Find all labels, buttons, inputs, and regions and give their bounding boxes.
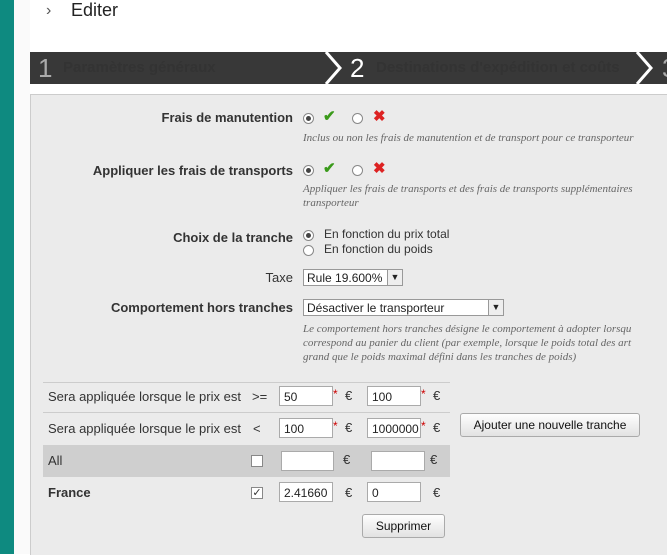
- check-icon: ✔: [323, 108, 336, 125]
- handling-label: Frais de manutention: [161, 110, 293, 125]
- range-weight-radio[interactable]: [303, 245, 314, 256]
- shipping-label: Appliquer les frais de transports: [92, 163, 293, 178]
- required-marker: *: [421, 419, 426, 433]
- currency-symbol: €: [433, 485, 441, 500]
- range-choice-label: Choix de la tranche: [173, 230, 293, 245]
- step-2-label: Destinations d'expédition et coûts: [376, 59, 620, 76]
- dropdown-arrow-icon: ▼: [488, 300, 503, 315]
- all-zones-checkbox[interactable]: [251, 455, 263, 467]
- range-price-label: En fonction du prix total: [324, 227, 450, 241]
- delete-button[interactable]: Supprimer: [362, 514, 445, 538]
- handling-no-radio[interactable]: [352, 113, 363, 124]
- dropdown-arrow-icon: ▼: [387, 270, 402, 285]
- handling-hint: Inclus ou non les frais de manutention e…: [303, 132, 634, 144]
- out-of-range-hint-line2: correspond au panier du client (par exem…: [303, 337, 632, 349]
- range-price-radio[interactable]: [303, 230, 314, 241]
- currency-symbol: €: [343, 452, 351, 467]
- step-1-number: 1: [38, 53, 53, 83]
- out-of-range-label: Comportement hors tranches: [110, 300, 293, 315]
- range-row1-min-input[interactable]: 50: [279, 386, 333, 406]
- cross-icon: ✖: [373, 160, 386, 177]
- all-zones-label: All: [48, 453, 63, 468]
- currency-symbol: €: [433, 420, 441, 435]
- range-row2-min-input[interactable]: 100: [279, 418, 333, 438]
- step-separator-icon: [324, 52, 342, 84]
- range-weight-label: En fonction du poids: [324, 242, 433, 256]
- tax-select-value: Rule 19.600%: [307, 271, 383, 285]
- shipping-no-radio[interactable]: [352, 165, 363, 176]
- required-marker: *: [333, 419, 338, 433]
- step-3[interactable]: 3: [656, 52, 667, 84]
- left-gutter: [14, 0, 30, 554]
- range-row1-operator: >=: [252, 389, 268, 404]
- edit-header: › Editer: [30, 0, 667, 30]
- zone-france-max-input[interactable]: 0: [367, 482, 421, 502]
- step-3-number: 3: [662, 52, 667, 84]
- currency-symbol: €: [345, 388, 353, 403]
- all-zones-max-input[interactable]: [371, 451, 425, 471]
- tax-select[interactable]: Rule 19.600% ▼: [303, 269, 403, 286]
- step-separator-icon: [635, 52, 653, 84]
- zone-france-min-input[interactable]: 2.41660: [279, 482, 333, 502]
- chevron-right-icon[interactable]: ›: [46, 2, 51, 20]
- step-2[interactable]: 2 Destinations d'expédition et coûts: [344, 52, 634, 84]
- handling-yes-radio[interactable]: [303, 113, 314, 124]
- currency-symbol: €: [345, 420, 353, 435]
- add-range-button[interactable]: Ajouter une nouvelle tranche: [460, 413, 640, 437]
- range-row2-label: Sera appliquée lorsque le prix est: [48, 421, 241, 436]
- out-of-range-hint-line3: grand que le poids maximal défini dans l…: [303, 351, 577, 363]
- currency-symbol: €: [433, 388, 441, 403]
- step-1[interactable]: 1 Paramètres généraux: [30, 52, 330, 84]
- range-row1-label: Sera appliquée lorsque le prix est: [48, 389, 241, 404]
- range-row2-operator: <: [253, 421, 261, 436]
- required-marker: *: [333, 387, 338, 401]
- divider: [43, 382, 450, 383]
- zone-france-label: France: [48, 485, 91, 500]
- cross-icon: ✖: [373, 108, 386, 125]
- out-of-range-select-value: Désactiver le transporteur: [307, 301, 445, 315]
- range-row1-max-input[interactable]: 100: [367, 386, 421, 406]
- all-zones-min-input[interactable]: [281, 451, 334, 471]
- out-of-range-hint-line1: Le comportement hors tranches désigne le…: [303, 323, 632, 335]
- check-icon: ✔: [323, 160, 336, 177]
- page-title: Editer: [71, 0, 119, 20]
- tax-label: Taxe: [265, 270, 293, 285]
- out-of-range-select[interactable]: Désactiver le transporteur ▼: [303, 299, 504, 316]
- shipping-hint-line1: Appliquer les frais de transports et des…: [303, 183, 633, 195]
- left-accent-bar: [0, 0, 14, 554]
- currency-symbol: €: [430, 452, 438, 467]
- range-row2-max-input[interactable]: 1000000: [367, 418, 421, 438]
- step-2-number: 2: [350, 53, 365, 83]
- shipping-hint-line2: transporteur: [303, 197, 359, 209]
- zone-france-checkbox[interactable]: ✓: [251, 487, 263, 499]
- shipping-yes-radio[interactable]: [303, 165, 314, 176]
- divider: [43, 412, 450, 413]
- required-marker: *: [421, 387, 426, 401]
- currency-symbol: €: [345, 485, 353, 500]
- wizard-steps: 1 Paramètres généraux 2 Destinations d'e…: [30, 52, 667, 84]
- step-1-label: Paramètres généraux: [63, 59, 216, 76]
